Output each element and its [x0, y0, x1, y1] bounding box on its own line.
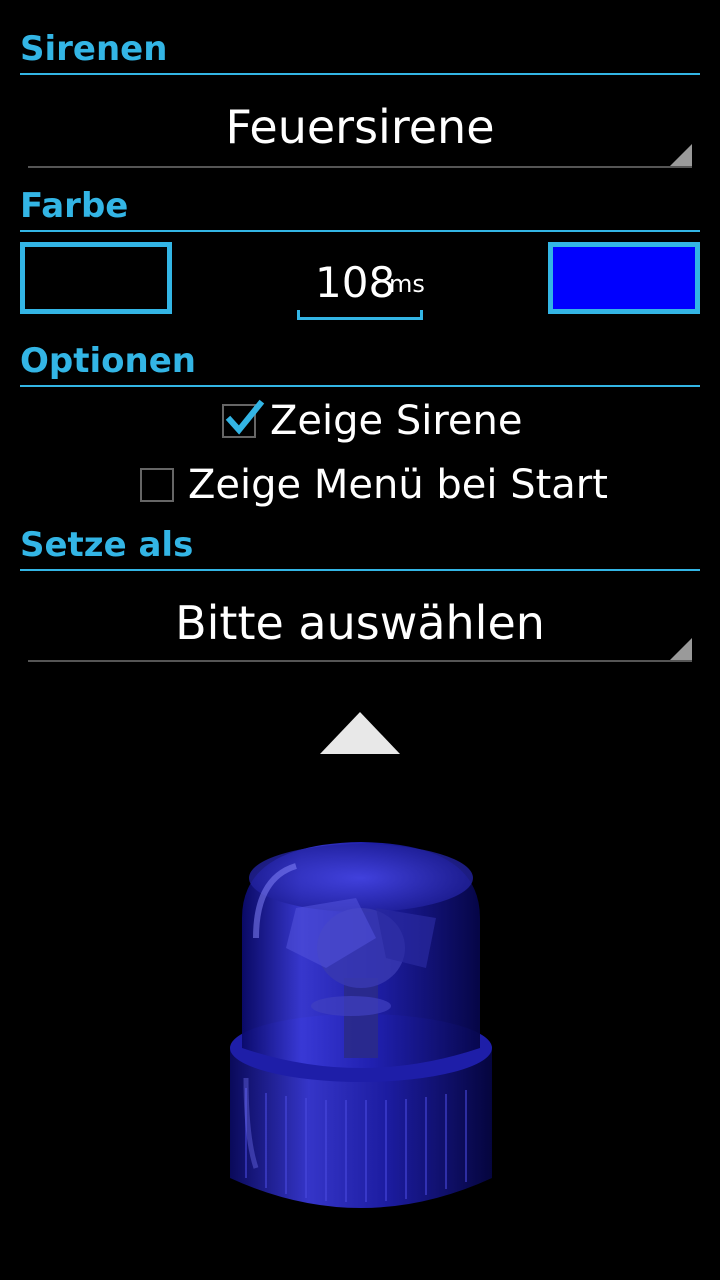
section-divider	[20, 385, 700, 387]
checkmark-icon	[225, 399, 265, 435]
interval-tick	[297, 310, 300, 320]
arrow-up-icon[interactable]	[320, 712, 400, 754]
show-siren-option[interactable]: Zeige Sirene	[222, 396, 522, 446]
show-menu-label: Zeige Menü bei Start	[188, 462, 608, 508]
interval-field[interactable]: 108 ms	[297, 258, 425, 320]
section-divider	[20, 230, 700, 232]
section-title-options: Optionen	[20, 341, 196, 381]
spinner-corner-icon	[670, 144, 692, 166]
show-siren-label: Zeige Sirene	[270, 398, 523, 444]
show-menu-option[interactable]: Zeige Menü bei Start	[140, 460, 608, 510]
interval-value: 108	[315, 258, 396, 307]
show-siren-checkbox[interactable]	[222, 399, 265, 438]
interval-unit: ms	[389, 270, 425, 298]
spinner-corner-icon	[670, 638, 692, 660]
section-options: Optionen	[20, 344, 700, 388]
section-title-sirens: Sirenen	[20, 29, 168, 69]
section-color: Farbe	[20, 189, 700, 233]
section-title-set-as: Setze als	[20, 525, 194, 565]
spinner-underline	[28, 166, 692, 168]
set-as-spinner[interactable]: Bitte auswählen	[28, 568, 692, 662]
blue-beacon-icon[interactable]	[226, 838, 496, 1222]
color-on-swatch[interactable]	[548, 242, 700, 314]
section-title-color: Farbe	[20, 186, 129, 226]
interval-underline	[297, 317, 423, 320]
spinner-underline	[28, 660, 692, 662]
siren-spinner[interactable]: Feuersirene	[28, 74, 692, 168]
section-sirens: Sirenen	[20, 32, 700, 76]
interval-tick	[420, 310, 423, 320]
set-as-spinner-value: Bitte auswählen	[175, 596, 545, 650]
show-menu-checkbox[interactable]	[140, 468, 174, 502]
section-set-as: Setze als	[20, 528, 700, 572]
siren-spinner-value: Feuersirene	[225, 100, 495, 154]
color-off-swatch[interactable]	[20, 242, 172, 314]
